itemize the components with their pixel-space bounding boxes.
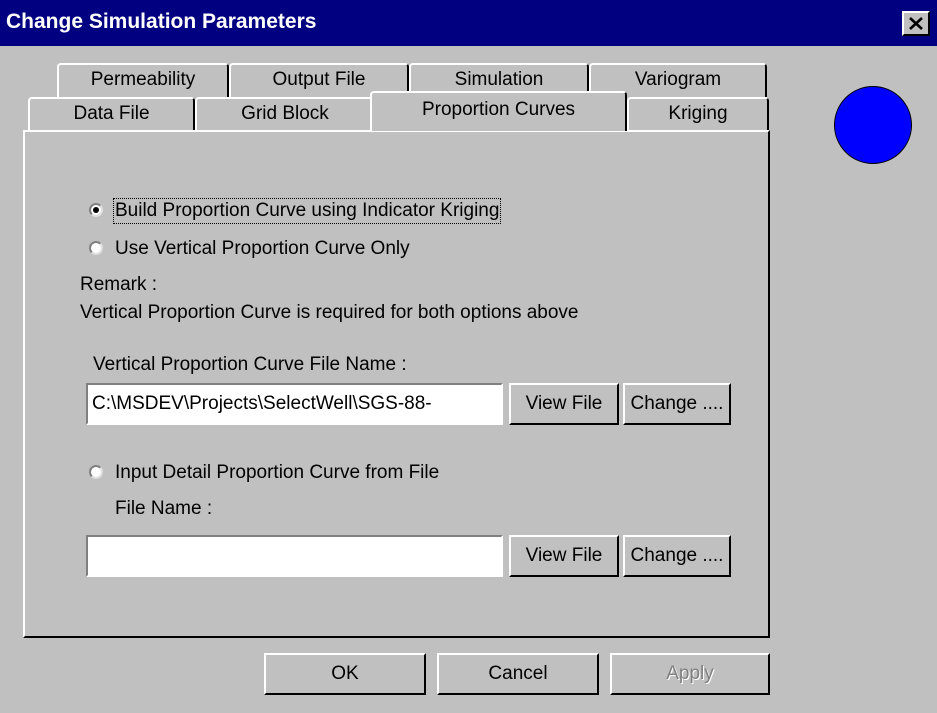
radio-label: Input Detail Proportion Curve from File [115,462,440,483]
detail-change-button[interactable]: Change .... [623,535,731,577]
detail-view-file-button[interactable]: View File [509,535,619,577]
tab-label: Simulation [454,69,544,90]
vertical-view-file-button[interactable]: View File [509,383,619,425]
tab-label: Grid Block [241,103,329,124]
status-indicator [834,86,912,164]
close-icon [909,17,923,30]
detail-file-label: File Name : [115,498,213,519]
radio-button[interactable] [89,203,103,217]
vertical-change-button[interactable]: Change .... [623,383,731,425]
title-bar: Change Simulation Parameters [0,0,937,46]
radio-dot [93,207,99,213]
radio-label: Use Vertical Proportion Curve Only [115,238,410,259]
remark-text: Vertical Proportion Curve is required fo… [80,302,579,323]
vertical-file-input[interactable]: C:\MSDEV\Projects\SelectWell\SGS-88- [86,383,503,425]
radio-button[interactable] [89,241,103,255]
ok-button[interactable]: OK [264,653,426,695]
window-title: Change Simulation Parameters [6,10,317,33]
radio-label: Build Proportion Curve using Indicator K… [112,198,502,224]
tab-data-file[interactable]: Data File [28,97,195,131]
tab-label: Proportion Curves [421,99,576,120]
detail-file-input[interactable] [86,535,503,577]
tab-label: Variogram [634,69,722,90]
tab-permeability[interactable]: Permeability [57,63,229,97]
tab-label: Kriging [668,103,728,124]
tab-grid-block[interactable]: Grid Block [195,97,375,131]
tab-kriging[interactable]: Kriging [627,97,769,131]
cancel-button[interactable]: Cancel [437,653,599,695]
tab-label: Data File [73,103,150,124]
apply-button[interactable]: Apply [610,653,770,695]
tab-label: Permeability [90,69,196,90]
tab-panel: Build Proportion Curve using Indicator K… [23,130,770,638]
radio-button[interactable] [89,465,103,479]
remark-label: Remark : [80,274,158,295]
tab-proportion-curves[interactable]: Proportion Curves [370,91,627,131]
tab-label: Output File [272,69,366,90]
vertical-file-label: Vertical Proportion Curve File Name : [93,354,407,375]
close-button[interactable] [902,11,930,36]
